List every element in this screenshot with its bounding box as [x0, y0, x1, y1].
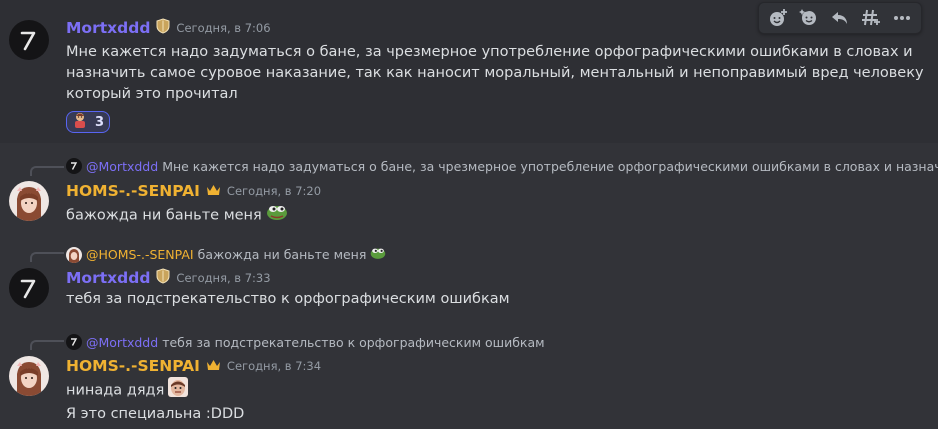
super-reaction-icon[interactable] — [796, 5, 822, 31]
message-line: Я это специальна :DDD — [66, 406, 245, 422]
author-name[interactable]: HOMS-.-SENPAI — [66, 182, 200, 200]
reply-preview[interactable]: @HOMS-.-SENPAI бажождa ни баньте меня — [66, 246, 386, 263]
reply-author[interactable]: @Mortxddd — [86, 159, 158, 174]
message-line: назначить самое суровое наказание, так к… — [66, 65, 924, 81]
avatar[interactable] — [9, 268, 49, 308]
message-line: который это прочитал — [66, 86, 238, 102]
avatar[interactable] — [9, 181, 49, 221]
reply-preview[interactable]: @Mortxddd тебя за подстрекательство к ор… — [66, 334, 545, 350]
reaction-pill[interactable]: 3 — [66, 111, 110, 133]
timestamp: Сегодня, в 7:33 — [176, 271, 271, 285]
message-toolbar — [758, 2, 922, 34]
more-icon[interactable] — [889, 5, 915, 31]
create-thread-icon[interactable] — [858, 5, 884, 31]
author-name[interactable]: Mortxddd — [66, 19, 150, 37]
message-4[interactable]: @Mortxddd тебя за подстрекательство к ор… — [0, 326, 938, 429]
message-line: тебя за подстрекательство к орфографичес… — [66, 291, 510, 307]
reply-spine — [30, 340, 64, 350]
message-line: бажождa ни баньте меня — [66, 207, 262, 224]
reaction-count: 3 — [95, 114, 105, 130]
crown-icon — [206, 356, 221, 375]
timestamp: Сегодня, в 7:34 — [226, 358, 322, 373]
reply-avatar — [66, 334, 82, 350]
reply-text[interactable]: Мне кажется надо задуматься о бане, за ч… — [162, 159, 938, 174]
message-2[interactable]: @Mortxddd Мне кажется надо задуматься о … — [0, 152, 938, 232]
avatar[interactable] — [9, 356, 49, 396]
reply-icon[interactable] — [827, 5, 853, 31]
pepe-emoji-icon — [370, 246, 386, 263]
message-3[interactable]: @HOMS-.-SENPAI бажождa ни баньте меня Mo… — [0, 238, 938, 318]
author-name[interactable]: Mortxddd — [66, 269, 150, 287]
custom-face-emoji-icon[interactable] — [168, 377, 189, 404]
timestamp: Сегодня, в 7:06 — [176, 21, 271, 35]
message-content: Мне кажется надо задуматься о бане, за ч… — [66, 42, 924, 105]
add-reaction-icon[interactable] — [765, 5, 791, 31]
avatar[interactable] — [9, 20, 49, 60]
message-1[interactable]: Mortxddd Сегодня, в 7:06 Мне кажется над… — [0, 0, 938, 143]
timestamp: Сегодня, в 7:20 — [226, 183, 322, 198]
shield-badge-icon[interactable] — [156, 18, 170, 38]
reply-preview[interactable]: @Mortxddd Мне кажется надо задуматься о … — [66, 158, 938, 174]
reply-text[interactable]: тебя за подстрекательство к орфографичес… — [162, 335, 544, 350]
reaction-emoji-icon — [71, 111, 89, 133]
reply-author[interactable]: @Mortxddd — [86, 335, 158, 350]
reply-author[interactable]: @HOMS-.-SENPAI — [86, 247, 194, 262]
reply-spine — [30, 166, 64, 176]
reply-avatar — [66, 246, 82, 263]
crown-icon — [206, 181, 221, 200]
shield-badge-icon[interactable] — [156, 268, 170, 288]
reply-avatar — [66, 158, 82, 174]
reply-spine — [30, 252, 64, 262]
message-line: нинада дядя — [66, 382, 165, 399]
reply-text[interactable]: бажождa ни баньте меня — [198, 247, 367, 262]
author-name[interactable]: HOMS-.-SENPAI — [66, 357, 200, 375]
message-line: Мне кажется надо задуматься о бане, за ч… — [66, 44, 913, 60]
pepe-emoji-icon[interactable] — [266, 203, 288, 228]
